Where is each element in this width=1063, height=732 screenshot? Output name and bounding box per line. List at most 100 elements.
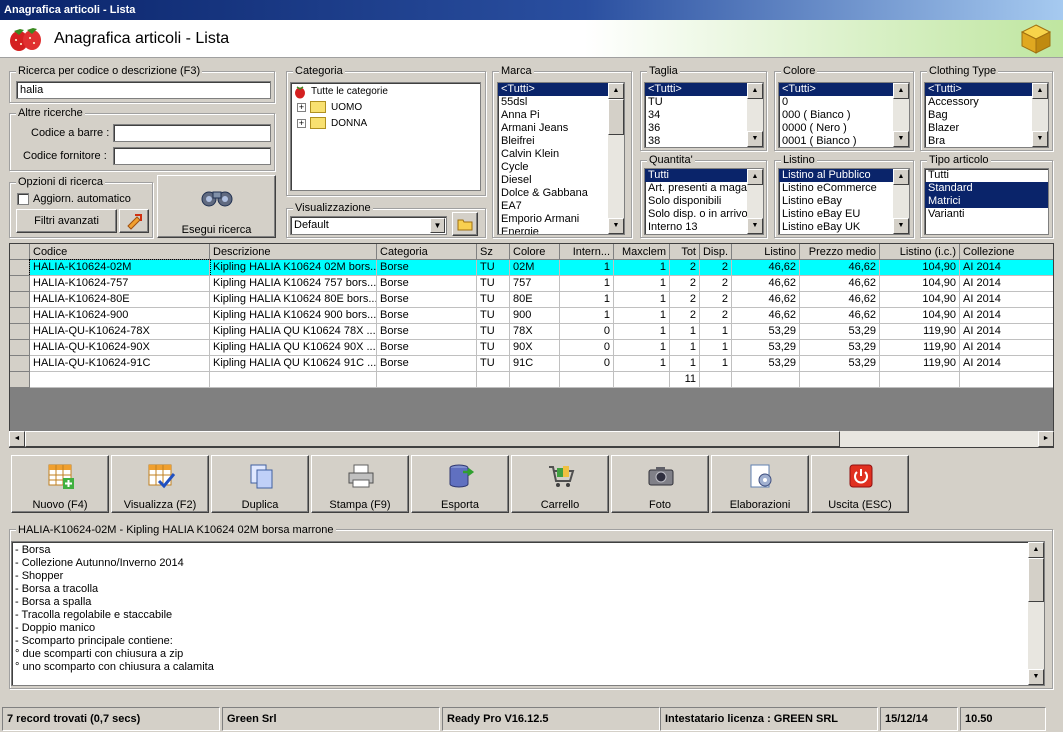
grid-column-header[interactable]: Codice [30,244,210,260]
brand-list-item[interactable]: <Tutti> [498,83,624,96]
table-totals-row[interactable]: 11 [10,372,1053,388]
grid-column-header[interactable]: Listino [732,244,800,260]
scroll-up-icon[interactable]: ▲ [1028,542,1044,558]
chevron-down-icon[interactable]: ▼ [430,218,445,233]
scroll-down-icon[interactable]: ▼ [608,218,624,234]
scroll-down-icon[interactable]: ▼ [747,218,763,234]
color-list-item[interactable]: 0 [779,96,909,109]
cart-button[interactable]: Carrello [511,455,609,513]
size-scrollbar[interactable]: ▲ ▼ [747,83,763,147]
scroll-down-icon[interactable]: ▼ [747,131,763,147]
table-row[interactable]: HALIA-K10624-02M Kipling HALIA K10624 02M… [10,259,1053,277]
size-list-item[interactable]: 38 [645,135,763,147]
price-list-item[interactable]: Listino al Pubblico [779,169,909,182]
brand-list-item[interactable]: Calvin Klein [498,148,624,161]
memo-scrollbar[interactable]: ▲ ▼ [1028,542,1044,685]
quantity-list-item[interactable]: Solo disp. o in arrivo [645,208,763,221]
brand-list-item[interactable]: Armani Jeans [498,122,624,135]
clothing-type-list[interactable]: <Tutti> Accessory Bag Blazer Bra ▲ ▼ [924,82,1049,148]
category-tree[interactable]: Tutte le categorie + UOMO + DONNA [290,82,481,191]
price-list-item[interactable]: Listino eCommerce [779,182,909,195]
brand-list-item[interactable]: Emporio Armani [498,213,624,226]
clothing-type-list-item[interactable]: <Tutti> [925,83,1048,96]
items-grid[interactable]: Codice Descrizione Categoria Sz Colore Intern… [9,243,1054,448]
grid-column-header[interactable]: Maxclem [614,244,670,260]
clothing-type-list-item[interactable]: Bag [925,109,1048,122]
export-button[interactable]: Esporta [411,455,509,513]
scroll-down-icon[interactable]: ▼ [1028,669,1044,685]
item-type-list[interactable]: Tutti Standard Matrici Varianti [924,168,1049,235]
table-row[interactable]: HALIA-K10624-900 Kipling HALIA K10624 900… [10,308,1053,324]
execute-search-button[interactable]: Esegui ricerca [157,175,276,238]
row-selector[interactable] [10,292,30,308]
row-selector[interactable] [10,260,30,276]
scroll-down-icon[interactable]: ▼ [893,131,909,147]
row-selector[interactable] [10,340,30,356]
size-list-item[interactable]: <Tutti> [645,83,763,96]
view-select[interactable]: Default ▼ [290,216,447,235]
price-list[interactable]: Listino al Pubblico Listino eCommerce List… [778,168,910,235]
supplier-code-input[interactable] [113,147,271,165]
table-row[interactable]: HALIA-K10624-80E Kipling HALIA K10624 80E… [10,292,1053,308]
scroll-right-icon[interactable]: ► [1038,431,1054,447]
clothing-type-list-item[interactable]: Accessory [925,96,1048,109]
grid-column-header[interactable]: Descrizione [210,244,377,260]
grid-column-header[interactable]: Categoria [377,244,477,260]
scroll-down-icon[interactable]: ▼ [1032,131,1048,147]
grid-horizontal-scrollbar[interactable]: ◄ ► [9,431,1054,447]
description-memo[interactable]: - Borsa - Collezione Autunno/Inverno 2014… [11,541,1045,686]
row-selector[interactable] [10,372,30,388]
grid-column-header[interactable]: Listino (i.c.) [880,244,960,260]
color-list-item[interactable]: 0000 ( Nero ) [779,122,909,135]
scroll-thumb[interactable] [25,431,840,447]
brand-list-item[interactable]: Anna Pi [498,109,624,122]
print-button[interactable]: Stampa (F9) [311,455,409,513]
brand-scrollbar[interactable]: ▲ ▼ [608,83,624,234]
color-scrollbar[interactable]: ▲ ▼ [893,83,909,147]
tree-root-all-categories[interactable]: Tutte le categorie [311,86,388,97]
search-input[interactable]: halia [16,81,271,99]
window-titlebar[interactable]: Anagrafica articoli - Lista [0,0,1063,20]
brand-list-item[interactable]: EA7 [498,200,624,213]
brand-list-item[interactable]: Cycle [498,161,624,174]
clothing-type-list-item[interactable]: Bra [925,135,1048,147]
barcode-input[interactable] [113,124,271,142]
grid-column-header[interactable]: Tot [670,244,700,260]
filter-pencil-button[interactable] [119,209,149,233]
quantity-list-item[interactable]: Tutti [645,169,763,182]
duplicate-button[interactable]: Duplica [211,455,309,513]
clothing-type-list-item[interactable]: Blazer [925,122,1048,135]
scroll-left-icon[interactable]: ◄ [9,431,25,447]
item-type-list-item[interactable]: Matrici [925,195,1048,208]
clothing-scrollbar[interactable]: ▲ ▼ [1032,83,1048,147]
quantity-list-item[interactable]: Solo disponibili [645,195,763,208]
tree-node-donna[interactable]: DONNA [331,118,367,129]
price-list-item[interactable]: Listino eBay EU [779,208,909,221]
quantity-scrollbar[interactable]: ▲ ▼ [747,169,763,234]
color-list-item[interactable]: 0001 ( Bianco ) [779,135,909,147]
brand-list[interactable]: <Tutti> 55dsl Anna Pi Armani Jeans Bleifrei C… [497,82,625,235]
size-list-item[interactable]: 34 [645,109,763,122]
scroll-up-icon[interactable]: ▲ [747,169,763,185]
view-folder-button[interactable] [452,212,478,236]
item-type-list-item[interactable]: Varianti [925,208,1048,221]
size-list[interactable]: <Tutti> TU 34 36 38 ▲ ▼ [644,82,764,148]
size-list-item[interactable]: TU [645,96,763,109]
price-list-item[interactable]: Listino eBay [779,195,909,208]
brand-list-item[interactable]: 55dsl [498,96,624,109]
grid-column-header[interactable]: Sz [477,244,510,260]
advanced-filters-button[interactable]: Filtri avanzati [16,209,117,233]
photo-button[interactable]: Foto [611,455,709,513]
row-selector[interactable] [10,276,30,292]
price-list-scrollbar[interactable]: ▲ ▼ [893,169,909,234]
size-list-item[interactable]: 36 [645,122,763,135]
brand-list-item[interactable]: Bleifrei [498,135,624,148]
scroll-down-icon[interactable]: ▼ [893,218,909,234]
grid-column-header[interactable]: Collezione [960,244,1053,260]
process-button[interactable]: Elaborazioni [711,455,809,513]
exit-button[interactable]: Uscita (ESC) [811,455,909,513]
row-selector[interactable] [10,356,30,372]
color-list-item[interactable]: <Tutti> [779,83,909,96]
row-selector[interactable] [10,324,30,340]
scroll-thumb[interactable] [1028,558,1044,602]
